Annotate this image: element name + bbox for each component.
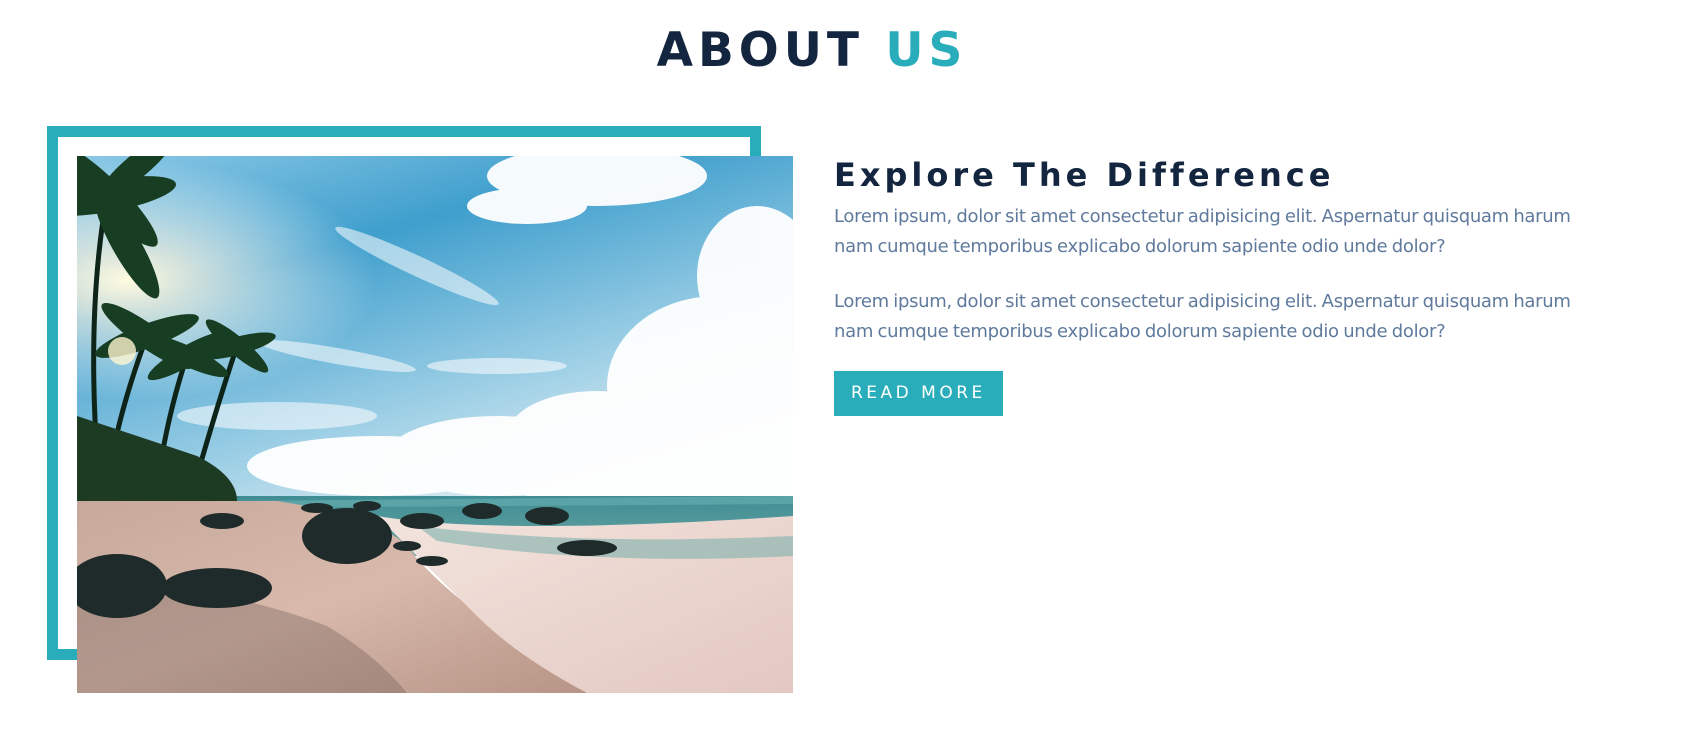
about-paragraph-1: Lorem ipsum, dolor sit amet consectetur … — [834, 206, 1571, 257]
section-title: ABOUT US — [0, 22, 1624, 80]
about-section: ABOUT US Explore The Difference Lorem ip… — [0, 0, 1696, 732]
about-subtitle: Explore The Difference — [834, 156, 1335, 194]
section-title-main: ABOUT — [656, 23, 864, 78]
section-title-accent: US — [885, 23, 968, 78]
read-more-button[interactable]: READ MORE — [834, 371, 1003, 416]
beach-photo — [77, 156, 793, 693]
about-paragraph-2: Lorem ipsum, dolor sit amet consectetur … — [834, 291, 1571, 342]
about-content: Explore The Difference Lorem ipsum, dolo… — [834, 152, 1594, 416]
